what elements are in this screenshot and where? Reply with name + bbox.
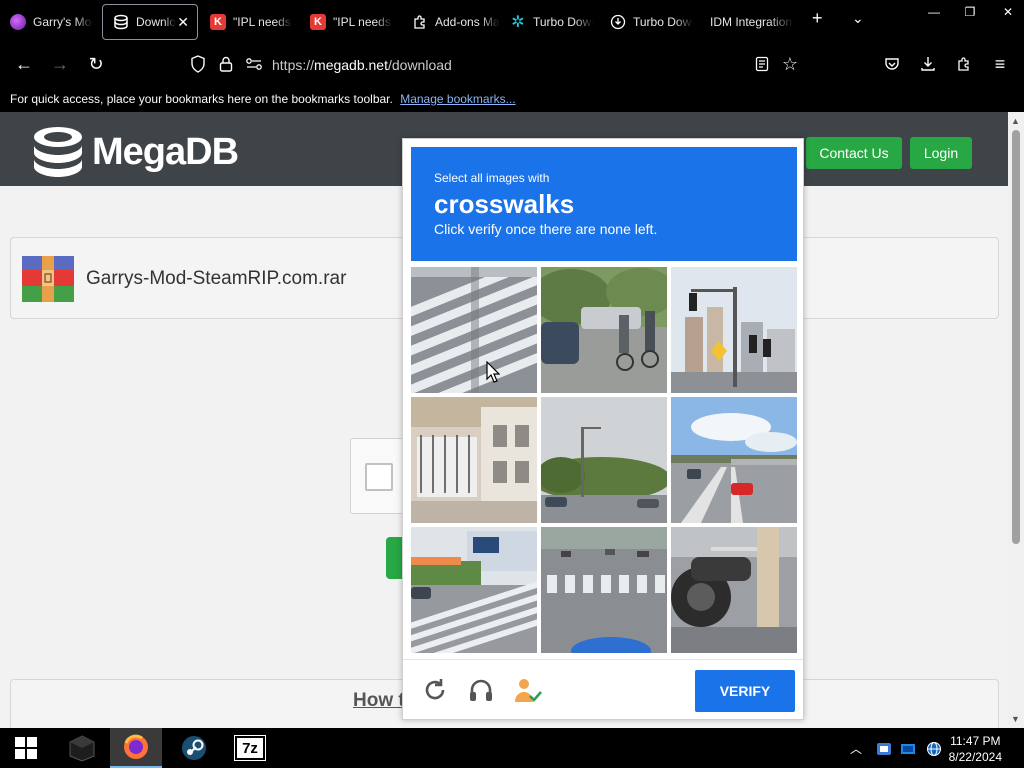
image-tile-1[interactable] xyxy=(411,267,537,393)
challenge-target: crosswalks xyxy=(434,189,575,219)
tab-garrys-mod[interactable]: Garry's Mod xyxy=(0,4,100,40)
taskbar: 7z ︿ 11:47 PM 8/22/2024 xyxy=(0,728,1024,768)
image-tile-5[interactable] xyxy=(541,397,667,523)
globe-icon[interactable] xyxy=(926,741,942,760)
login-button[interactable]: Login xyxy=(910,137,972,169)
tab-idm-integration[interactable]: IDM Integration xyxy=(700,4,800,40)
minimize-icon[interactable]: — xyxy=(916,0,952,24)
nav-bar: ← → ↻ https://megadb.net/download ☆ ≡ xyxy=(0,44,1024,84)
tab-strip: Garry's Mod Download ✕ K "IPL needs K "I… xyxy=(0,0,1024,44)
show-hidden-icons-icon[interactable]: ︿ xyxy=(850,740,862,757)
sk-red-icon: K xyxy=(310,14,326,30)
image-grid xyxy=(411,267,797,653)
image-tile-9[interactable] xyxy=(671,527,797,653)
challenge-instruction: Select all images with xyxy=(434,171,550,185)
verify-button[interactable]: VERIFY xyxy=(695,670,795,712)
howto-title: How t xyxy=(353,690,405,711)
tab-ipl-needs-2[interactable]: K "IPL needs xyxy=(300,4,400,40)
menu-icon[interactable]: ≡ xyxy=(988,52,1012,76)
contact-us-button[interactable]: Contact Us xyxy=(806,137,902,169)
reader-view-icon[interactable] xyxy=(750,52,774,76)
site-logo[interactable]: MegaDB xyxy=(30,125,239,179)
lock-icon[interactable] xyxy=(214,52,238,76)
challenge-header: Select all images with crosswalks Click … xyxy=(411,147,797,261)
audio-challenge-icon[interactable] xyxy=(467,676,495,704)
page-scrollbar[interactable]: ▲ ▼ xyxy=(1008,112,1024,728)
7zip-icon[interactable]: 7z xyxy=(224,728,276,768)
tray-app-icon[interactable] xyxy=(876,741,892,760)
tab-turbo-download-2[interactable]: Turbo Download xyxy=(600,4,700,40)
manage-bookmarks-link[interactable]: Manage bookmarks... xyxy=(400,92,515,106)
cube-app-icon[interactable] xyxy=(56,728,108,768)
bookmarks-toolbar: For quick access, place your bookmarks h… xyxy=(0,84,1024,112)
refresh-icon[interactable] xyxy=(421,676,449,704)
captcha-widget xyxy=(350,438,410,514)
list-all-tabs-icon[interactable]: ⌄ xyxy=(852,10,864,27)
close-tab-icon[interactable]: ✕ xyxy=(177,14,189,31)
downloads-icon[interactable] xyxy=(916,52,940,76)
captcha-checkbox[interactable] xyxy=(365,463,393,491)
permissions-icon[interactable] xyxy=(242,52,266,76)
system-clock[interactable]: 11:47 PM 8/22/2024 xyxy=(949,733,1002,765)
image-tile-2[interactable] xyxy=(541,267,667,393)
image-tile-3[interactable] xyxy=(671,267,797,393)
firefox-icon[interactable] xyxy=(110,728,162,768)
steam-icon[interactable] xyxy=(168,728,220,768)
tab-download[interactable]: Download ✕ xyxy=(102,4,198,40)
pocket-icon[interactable] xyxy=(880,52,904,76)
download-circle-icon xyxy=(610,14,626,30)
challenge-footer: VERIFY xyxy=(403,659,803,719)
image-tile-7[interactable] xyxy=(411,527,537,653)
image-tile-8[interactable] xyxy=(541,527,667,653)
sk-red-icon: K xyxy=(210,14,226,30)
tab-turbo-download-1[interactable]: ✲ Turbo Download xyxy=(500,4,600,40)
purple-orb-icon xyxy=(10,14,26,30)
rar-archive-icon xyxy=(22,256,74,302)
challenge-subtext: Click verify once there are none left. xyxy=(434,221,658,237)
logo-text: MegaDB xyxy=(92,130,239,173)
scroll-thumb[interactable] xyxy=(1012,130,1020,544)
start-icon[interactable] xyxy=(0,728,52,768)
tab-add-ons[interactable]: Add-ons Manager xyxy=(402,4,500,40)
url-bar[interactable]: https://megadb.net/download xyxy=(272,57,452,73)
database-logo-icon xyxy=(30,125,86,179)
new-tab-icon[interactable]: + xyxy=(812,8,823,29)
reload-icon[interactable]: ↻ xyxy=(84,52,108,76)
network-icon[interactable] xyxy=(900,741,916,760)
scroll-up-icon[interactable]: ▲ xyxy=(1011,116,1020,126)
restore-icon[interactable]: ❐ xyxy=(952,0,988,24)
megadb-icon xyxy=(113,14,129,30)
bookmark-star-icon[interactable]: ☆ xyxy=(778,52,802,76)
file-name: Garrys-Mod-SteamRIP.com.rar xyxy=(86,268,347,289)
captcha-challenge: Select all images with crosswalks Click … xyxy=(402,138,804,720)
mouse-cursor-icon xyxy=(486,360,501,388)
accessibility-icon[interactable] xyxy=(513,676,542,704)
tab-ipl-needs-1[interactable]: K "IPL needs xyxy=(200,4,300,40)
extensions-icon[interactable] xyxy=(952,52,976,76)
clock-date: 8/22/2024 xyxy=(948,750,1002,764)
image-tile-6[interactable] xyxy=(671,397,797,523)
image-tile-4[interactable] xyxy=(411,397,537,523)
back-icon[interactable]: ← xyxy=(12,52,36,76)
puzzle-icon xyxy=(412,14,428,30)
forward-icon[interactable]: → xyxy=(48,52,72,76)
teal-gear-icon: ✲ xyxy=(511,14,525,31)
scroll-down-icon[interactable]: ▼ xyxy=(1011,714,1020,724)
clock-time: 11:47 PM xyxy=(950,734,1001,748)
shield-icon[interactable] xyxy=(186,52,210,76)
close-window-icon[interactable]: ✕ xyxy=(990,0,1024,24)
